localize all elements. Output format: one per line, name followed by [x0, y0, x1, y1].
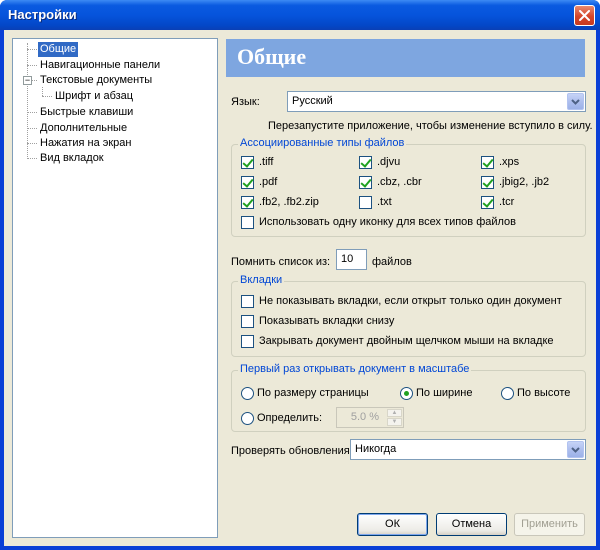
ok-button[interactable]: ОК: [357, 513, 428, 536]
radio-fit-width[interactable]: [400, 387, 413, 400]
tree-item-font-paragraph[interactable]: Шрифт и абзац: [53, 89, 135, 104]
tree-item-hotkeys[interactable]: Быстрые клавиши: [38, 105, 135, 120]
checkbox-tabs-bottom-label: Показывать вкладки снизу: [259, 315, 395, 327]
updates-dropdown-button[interactable]: [567, 441, 584, 458]
title-bar[interactable]: Настройки: [0, 0, 600, 30]
radio-custom-zoom[interactable]: [241, 412, 254, 425]
checkbox-tcr-label: .tcr: [499, 196, 515, 208]
spin-down-icon[interactable]: ▼: [387, 418, 402, 426]
custom-zoom-value: 5.0 %: [350, 411, 379, 423]
updates-select[interactable]: Никогда: [350, 439, 586, 460]
apply-button[interactable]: Применить: [514, 513, 585, 536]
checkbox-tiff-label: .tiff: [259, 156, 274, 168]
tree-collapse-toggle[interactable]: −: [23, 76, 32, 85]
checkbox-single-icon[interactable]: [241, 216, 254, 229]
settings-tree[interactable]: − Общие Навигационные панели Текстовые д…: [12, 38, 218, 538]
tree-item-general[interactable]: Общие: [38, 42, 79, 57]
language-dropdown-button[interactable]: [567, 93, 584, 110]
checkbox-pdf[interactable]: [241, 176, 254, 189]
updates-value: Никогда: [355, 443, 397, 455]
checkbox-jbig2[interactable]: [481, 176, 494, 189]
checkbox-fb2[interactable]: [241, 196, 254, 209]
tree-item-screen-taps[interactable]: Нажатия на экран: [38, 136, 133, 151]
language-value: Русский: [292, 95, 333, 107]
checkbox-cbz[interactable]: [359, 176, 372, 189]
tabs-group: Вкладки Не показывать вкладки, если откр…: [231, 274, 586, 357]
dialog-client: − Общие Навигационные панели Текстовые д…: [4, 30, 596, 546]
radio-fit-page-label: По размеру страницы: [257, 387, 369, 399]
filetypes-group: Ассоциированные типы файлов .tiff .djvu …: [231, 137, 586, 237]
checkbox-single-icon-label: Использовать одну иконку для всех типов …: [259, 216, 517, 228]
custom-zoom-spinner[interactable]: 5.0 % ▲ ▼: [336, 407, 404, 428]
checkbox-jbig2-label: .jbig2, .jb2: [499, 176, 550, 188]
tree-item-text-docs[interactable]: Текстовые документы: [38, 73, 154, 88]
checkbox-cbz-label: .cbz, .cbr: [377, 176, 422, 188]
radio-fit-height-label: По высоте: [517, 387, 571, 399]
tabs-group-title: Вкладки: [238, 274, 285, 286]
checkbox-tcr[interactable]: [481, 196, 494, 209]
restart-note: Перезапустите приложение, чтобы изменени…: [268, 120, 593, 132]
tree-item-tab-view[interactable]: Вид вкладок: [38, 151, 106, 166]
checkbox-xps[interactable]: [481, 156, 494, 169]
settings-window: Настройки − Общие Навигационные панели Т…: [0, 0, 600, 550]
recent-files-suffix: файлов: [372, 256, 412, 268]
updates-label: Проверять обновления:: [231, 445, 353, 457]
window-title: Настройки: [8, 7, 77, 22]
checkbox-tiff[interactable]: [241, 156, 254, 169]
recent-files-count-input[interactable]: 10: [336, 249, 367, 270]
close-icon: [579, 10, 590, 21]
tree-item-nav-panels[interactable]: Навигационные панели: [38, 58, 162, 73]
cancel-button[interactable]: Отмена: [436, 513, 507, 536]
checkbox-hide-single-tab-label: Не показывать вкладки, если открыт тольк…: [259, 295, 562, 307]
checkbox-dblclick-close[interactable]: [241, 335, 254, 348]
checkbox-txt-label: .txt: [377, 196, 392, 208]
radio-custom-zoom-label: Определить:: [257, 412, 323, 424]
page-title: Общие: [226, 39, 585, 77]
zoom-group: Первый раз открывать документ в масштабе…: [231, 363, 586, 432]
checkbox-tabs-bottom[interactable]: [241, 315, 254, 328]
spin-up-icon[interactable]: ▲: [387, 409, 402, 417]
checkbox-fb2-label: .fb2, .fb2.zip: [259, 196, 319, 208]
radio-fit-height[interactable]: [501, 387, 514, 400]
chevron-down-icon: [571, 446, 580, 453]
close-button[interactable]: [574, 5, 595, 26]
recent-files-label: Помнить список из:: [231, 256, 331, 268]
checkbox-djvu[interactable]: [359, 156, 372, 169]
checkbox-xps-label: .xps: [499, 156, 520, 168]
radio-fit-width-label: По ширине: [416, 387, 473, 399]
filetypes-group-title: Ассоциированные типы файлов: [238, 137, 407, 149]
language-select[interactable]: Русский: [287, 91, 586, 112]
zoom-group-title: Первый раз открывать документ в масштабе: [238, 363, 472, 375]
checkbox-djvu-label: .djvu: [377, 156, 401, 168]
tree-item-advanced[interactable]: Дополнительные: [38, 121, 129, 136]
checkbox-dblclick-close-label: Закрывать документ двойным щелчком мыши …: [259, 335, 554, 347]
language-label: Язык:: [231, 96, 260, 108]
radio-fit-page[interactable]: [241, 387, 254, 400]
checkbox-hide-single-tab[interactable]: [241, 295, 254, 308]
chevron-down-icon: [571, 98, 580, 105]
checkbox-txt[interactable]: [359, 196, 372, 209]
checkbox-pdf-label: .pdf: [259, 176, 278, 188]
